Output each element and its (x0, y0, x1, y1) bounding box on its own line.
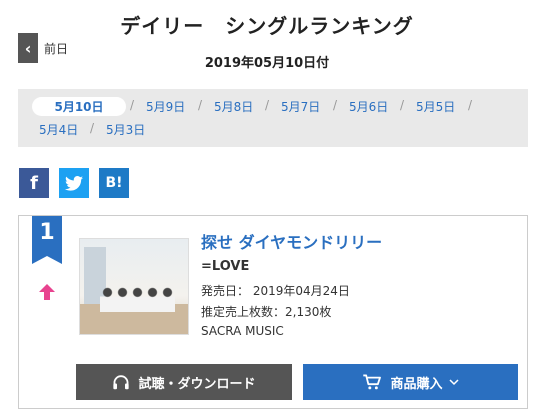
date-separator: / (333, 98, 338, 112)
ranking-entry: 1 探せ ダイヤモンドリリー =LOVE 発売日： 2019年04月24日 推定… (18, 215, 528, 409)
purchase-label: 商品購入 (390, 376, 443, 392)
headphones-icon (113, 375, 130, 390)
chevron-down-icon (448, 379, 459, 386)
facebook-share-button[interactable]: f (19, 168, 49, 198)
date-separator: / (265, 98, 270, 112)
chevron-left-icon[interactable]: ‹ (18, 33, 38, 63)
song-title-link[interactable]: 探せ ダイヤモンドリリー (201, 229, 382, 253)
date-link[interactable]: 5月6日 (349, 98, 388, 115)
date-separator: / (130, 98, 135, 112)
page-title: デイリー シングルランキング (120, 14, 414, 38)
rank-badge-tail (32, 256, 62, 264)
date-separator: / (90, 121, 95, 135)
date-separator: / (198, 98, 203, 112)
date-link[interactable]: 5月3日 (106, 121, 145, 138)
date-navigation: 5月10日 / 5月9日 / 5月8日 / 5月7日 / 5月6日 / 5月5日… (18, 89, 528, 147)
release-date: 発売日： 2019年04月24日 (201, 284, 350, 298)
listen-download-button[interactable]: 試聴・ダウンロード (76, 364, 292, 400)
twitter-icon (65, 175, 83, 191)
date-link[interactable]: 5月8日 (214, 98, 253, 115)
date-link-current[interactable]: 5月10日 (32, 97, 126, 116)
date-separator: / (400, 98, 405, 112)
hatena-icon: B! (105, 175, 123, 191)
hatena-bookmark-button[interactable]: B! (99, 168, 129, 198)
date-link[interactable]: 5月7日 (281, 98, 320, 115)
date-link[interactable]: 5月5日 (416, 98, 455, 115)
listen-download-label: 試聴・ダウンロード (138, 376, 256, 392)
facebook-icon: f (30, 172, 38, 194)
date-link[interactable]: 5月9日 (146, 98, 185, 115)
shopping-cart-icon (363, 374, 382, 390)
date-link[interactable]: 5月4日 (39, 121, 78, 138)
artist-name[interactable]: =LOVE (201, 259, 249, 274)
estimated-sales: 推定売上枚数：2,130枚 (201, 305, 332, 319)
record-label: SACRA MUSIC (201, 324, 284, 338)
trend-up-icon (39, 284, 55, 300)
date-separator: / (468, 98, 473, 112)
purchase-button[interactable]: 商品購入 (303, 364, 518, 400)
prev-day-label: 前日 (44, 41, 69, 56)
album-jacket-image[interactable] (79, 238, 189, 335)
ranking-date: 2019年05月10日付 (204, 56, 330, 71)
prev-day-link[interactable]: ‹ 前日 (18, 33, 68, 63)
rank-badge: 1 (32, 216, 62, 256)
twitter-share-button[interactable] (59, 168, 89, 198)
